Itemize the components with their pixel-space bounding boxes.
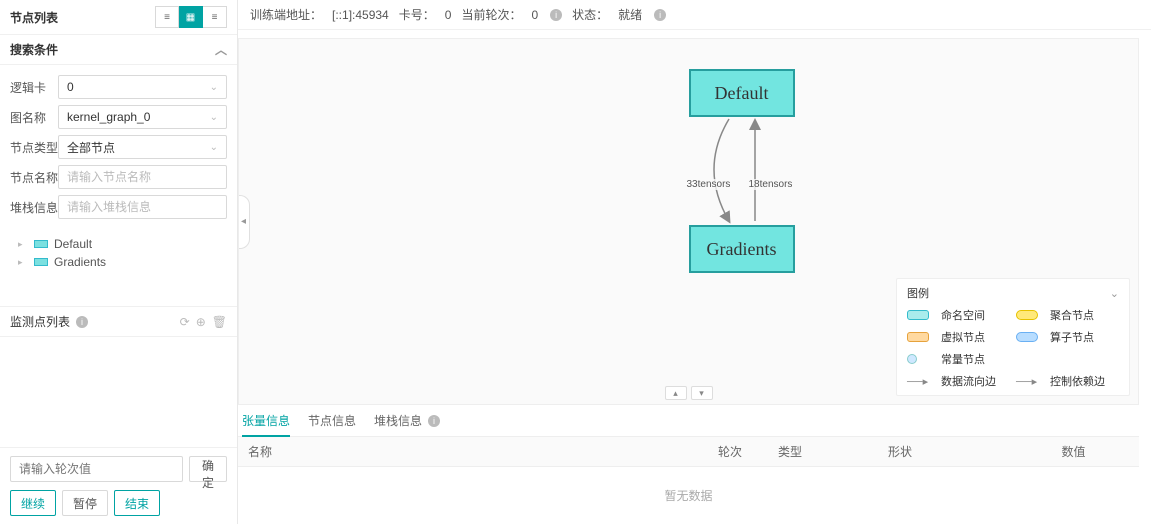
edge-label: 33tensors (685, 179, 733, 190)
tab-stack-info[interactable]: 堆栈信息 i (374, 406, 440, 435)
round-input[interactable] (10, 456, 183, 482)
addr-label: 训练端地址： (250, 6, 322, 23)
logic-card-select[interactable]: 0 ⌄ (58, 75, 227, 99)
node-list-title: 节点列表 (10, 9, 58, 26)
tree-caret-icon: ▸ (18, 257, 28, 268)
legend-aggregate-icon (1016, 310, 1038, 320)
col-type: 类型 (778, 443, 888, 460)
tree-caret-icon: ▸ (18, 239, 28, 250)
tree-label: Gradients (54, 255, 106, 269)
node-type-label: 节点类型 (10, 139, 58, 156)
legend-constant-icon (907, 354, 917, 364)
legend-virtual-icon (907, 332, 929, 342)
legend-dataflow-icon: ──▸ (907, 375, 935, 388)
legend-collapse-icon[interactable]: ⌄ (1110, 287, 1119, 300)
node-name-label: 节点名称 (10, 169, 58, 186)
chevron-down-icon: ⌄ (210, 82, 218, 93)
col-shape: 形状 (888, 443, 1008, 460)
col-name: 名称 (238, 443, 718, 460)
round-value: 0 (531, 8, 538, 22)
tab-tensor-info[interactable]: 张量信息 (242, 406, 290, 437)
node-name-input[interactable] (58, 165, 227, 189)
continue-button[interactable]: 继续 (10, 490, 56, 516)
confirm-button[interactable]: 确定 (189, 456, 227, 482)
legend-title: 图例 (907, 285, 929, 301)
graph-canvas[interactable]: ◂ Default Gradients 33tensors 18tensors (238, 38, 1139, 405)
info-icon[interactable]: i (76, 316, 88, 328)
add-icon[interactable]: ⊕ (196, 315, 206, 329)
chevron-down-icon: ⌄ (210, 112, 218, 123)
namespace-icon (34, 240, 48, 248)
chevron-down-icon: ⌄ (210, 142, 218, 153)
col-value: 数值 (1008, 443, 1139, 460)
tab-node-info[interactable]: 节点信息 (308, 406, 356, 435)
legend-namespace-label: 命名空间 (941, 307, 1010, 323)
legend-virtual-label: 虚拟节点 (941, 329, 1010, 345)
stack-input[interactable] (58, 195, 227, 219)
watch-list-title: 监测点列表 (10, 313, 70, 330)
legend-namespace-icon (907, 310, 929, 320)
info-icon[interactable]: i (550, 9, 562, 21)
refresh-icon[interactable]: ⟳ (180, 315, 190, 329)
logic-card-value: 0 (67, 80, 74, 94)
legend-operator-label: 算子节点 (1050, 329, 1119, 345)
table-empty-text: 暂无数据 (238, 467, 1139, 524)
card-label: 卡号： (399, 6, 435, 23)
tab-stack-label: 堆栈信息 (374, 412, 422, 429)
delete-icon[interactable]: 🗑 (212, 315, 227, 329)
sidebar-collapse-handle[interactable]: ◂ (238, 195, 250, 249)
node-type-value: 全部节点 (67, 139, 115, 156)
end-button[interactable]: 结束 (114, 490, 160, 516)
legend-dataflow-label: 数据流向边 (941, 373, 1010, 389)
view-list-button[interactable]: ≡ (155, 6, 179, 28)
edge-label: 18tensors (747, 179, 795, 190)
status-label: 状态： (572, 6, 608, 23)
graph-node-gradients[interactable]: Gradients (689, 225, 795, 273)
namespace-icon (34, 258, 48, 266)
legend-aggregate-label: 聚合节点 (1050, 307, 1119, 323)
legend-constant-label: 常量节点 (941, 351, 1010, 367)
tree-item-gradients[interactable]: ▸ Gradients (10, 253, 227, 271)
view-mode-buttons: ≡ ▦ ≡ (155, 6, 227, 28)
pager-down-button[interactable]: ▾ (691, 386, 713, 400)
stack-label: 堆栈信息 (10, 199, 58, 216)
pager-up-button[interactable]: ▴ (665, 386, 687, 400)
legend-operator-icon (1016, 332, 1038, 342)
legend-panel: 图例 ⌄ 命名空间 聚合节点 虚拟节点 算子节点 常量节点 ──▸ (896, 278, 1130, 396)
pause-button[interactable]: 暂停 (62, 490, 108, 516)
graph-name-select[interactable]: kernel_graph_0 ⌄ (58, 105, 227, 129)
logic-card-label: 逻辑卡 (10, 79, 58, 96)
status-value: 就绪 (618, 6, 642, 23)
search-section-title: 搜索条件 (10, 41, 58, 58)
graph-name-label: 图名称 (10, 109, 58, 126)
collapse-search-icon[interactable]: ︿ (215, 41, 227, 58)
node-type-select[interactable]: 全部节点 ⌄ (58, 135, 227, 159)
graph-node-default[interactable]: Default (689, 69, 795, 117)
graph-name-value: kernel_graph_0 (67, 110, 150, 124)
view-grid-button[interactable]: ▦ (179, 6, 203, 28)
card-value: 0 (445, 8, 452, 22)
tree-label: Default (54, 237, 92, 251)
legend-control-label: 控制依赖边 (1050, 373, 1119, 389)
col-round: 轮次 (718, 443, 778, 460)
tree-item-default[interactable]: ▸ Default (10, 235, 227, 253)
info-icon[interactable]: i (654, 9, 666, 21)
legend-control-icon: ──▸ (1016, 375, 1044, 388)
view-alt-button[interactable]: ≡ (203, 6, 227, 28)
info-icon[interactable]: i (428, 415, 440, 427)
addr-value: [::1]:45934 (332, 8, 389, 22)
round-label: 当前轮次： (461, 6, 521, 23)
